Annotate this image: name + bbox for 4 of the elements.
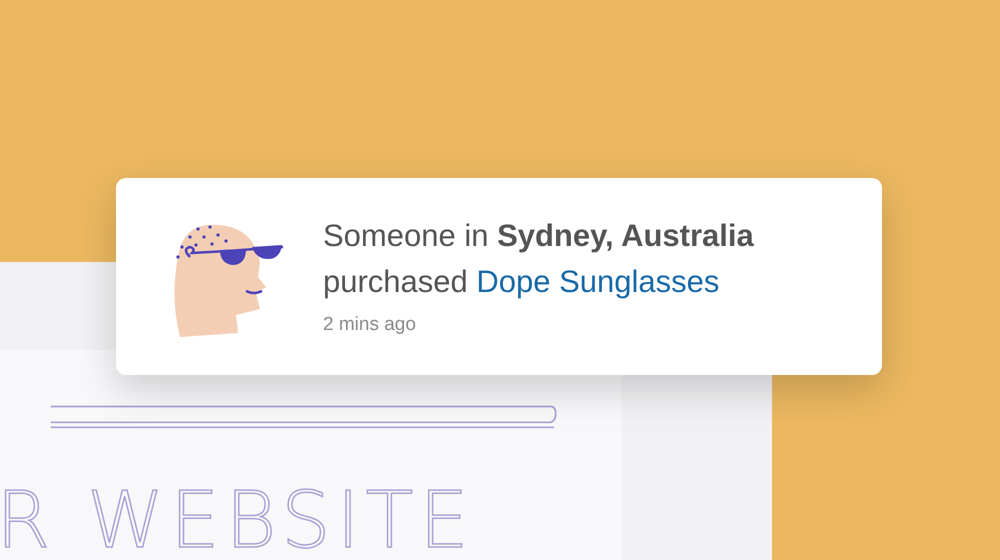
website-heading: R WEBSITE — [0, 482, 476, 560]
purchase-message: Someone in Sydney, Australia purchased Dope Sunglasses — [323, 217, 755, 302]
product-link[interactable]: Dope Sunglasses — [476, 264, 720, 300]
time-ago: 2 mins ago — [323, 313, 417, 338]
